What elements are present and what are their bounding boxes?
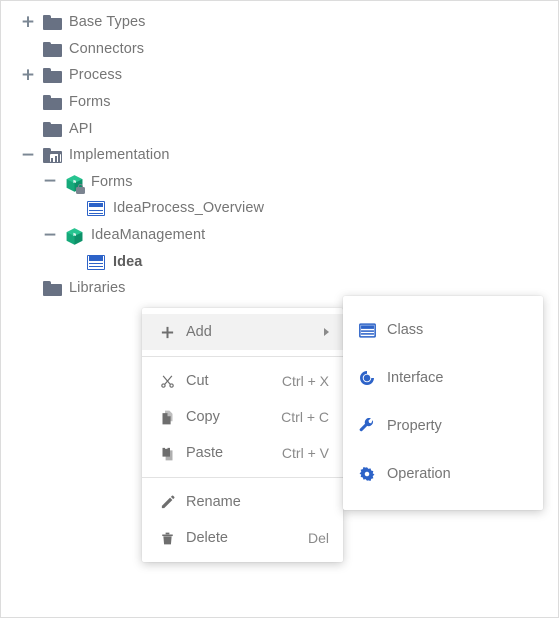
menu-item-label: Copy [186, 409, 220, 425]
menu-item-add[interactable]: Add [142, 314, 343, 350]
folder-icon [43, 12, 63, 32]
collapse-toggle-icon[interactable] [19, 146, 37, 164]
menu-group: Rename Delete Del [142, 478, 343, 562]
tree-item-process[interactable]: Process [1, 62, 341, 89]
tree-item-label: API [69, 120, 93, 137]
tree-item-label: Forms [69, 94, 111, 111]
pencil-icon [160, 495, 182, 510]
menu-group: Add [142, 308, 343, 356]
trash-icon [160, 531, 182, 546]
wrench-icon [359, 418, 385, 434]
menu-item-delete[interactable]: Delete Del [142, 520, 343, 556]
menu-item-paste[interactable]: Paste Ctrl + V [142, 435, 343, 471]
menu-item-copy[interactable]: Copy Ctrl + C [142, 399, 343, 435]
scissors-icon [160, 374, 182, 389]
submenu-item-class[interactable]: Class [343, 306, 543, 354]
menu-group: Cut Ctrl + X Copy Ctrl + C Paste Ctrl + V [142, 357, 343, 477]
tree-item-label: IdeaProcess_Overview [113, 200, 265, 217]
lock-icon [75, 183, 85, 194]
copy-icon [160, 410, 182, 425]
tree-item-connectors[interactable]: Connectors [1, 36, 341, 63]
menu-item-label: Paste [186, 445, 224, 461]
package-icon [65, 225, 85, 245]
tree-item-label: Forms [91, 173, 133, 190]
tree-item-base-types[interactable]: Base Types [1, 9, 341, 36]
tree-item-label: Libraries [69, 280, 126, 297]
folder-icon [43, 39, 63, 59]
tree-item-label: Base Types [69, 14, 146, 31]
menu-item-shortcut: Ctrl + V [281, 445, 329, 461]
menu-item-label: Delete [186, 530, 228, 546]
menu-item-cut[interactable]: Cut Ctrl + X [142, 363, 343, 399]
menu-item-label: Rename [186, 494, 241, 510]
tree-item-label: Idea [113, 253, 143, 270]
expand-toggle-icon[interactable] [19, 66, 37, 84]
paste-icon [160, 446, 182, 461]
folder-icon [43, 278, 63, 298]
folder-icon [43, 65, 63, 85]
submenu-item-operation[interactable]: Operation [343, 450, 543, 498]
project-tree[interactable]: Base Types Connectors Process Forms API Imple… [1, 9, 341, 302]
menu-item-shortcut: Ctrl + X [281, 373, 329, 389]
tree-item-forms[interactable]: Forms [1, 169, 341, 196]
submenu-item-property[interactable]: Property [343, 402, 543, 450]
tree-item-label: Implementation [69, 147, 170, 164]
context-menu[interactable]: Add Cut Ctrl + X Copy Ctrl + C Paste Ctrl + V R… [142, 308, 343, 562]
tree-item-libraries[interactable]: Libraries [1, 275, 341, 302]
collapse-toggle-icon[interactable] [41, 226, 59, 244]
menu-item-shortcut: Ctrl + C [281, 409, 329, 425]
folder-icon [43, 92, 63, 112]
tree-item-label: Connectors [69, 40, 145, 57]
tree-item-idea[interactable]: Idea [1, 248, 341, 275]
submenu-item-label: Operation [387, 466, 451, 482]
tree-item-api[interactable]: API [1, 115, 341, 142]
menu-item-rename[interactable]: Rename [142, 484, 343, 520]
tree-item-implementation[interactable]: Implementation [1, 142, 341, 169]
menu-item-label: Cut [186, 373, 209, 389]
chevron-right-icon [324, 328, 329, 336]
menu-item-label: Add [186, 324, 212, 340]
submenu-item-interface[interactable]: Interface [343, 354, 543, 402]
plus-icon [160, 325, 182, 340]
class-icon [359, 322, 385, 338]
folder-icon [43, 119, 63, 139]
tree-item-forms[interactable]: Forms [1, 89, 341, 116]
add-submenu[interactable]: Class Interface Property Operation [343, 296, 543, 510]
class-icon [87, 252, 107, 272]
class-icon [87, 198, 107, 218]
tree-item-ideamanagement[interactable]: IdeaManagement [1, 222, 341, 249]
submenu-item-label: Interface [387, 370, 444, 386]
submenu-item-label: Property [387, 418, 442, 434]
tree-item-label: Process [69, 67, 123, 84]
expand-toggle-icon[interactable] [19, 13, 37, 31]
interface-icon [359, 370, 385, 386]
gear-icon [359, 466, 385, 482]
tree-item-label: IdeaManagement [91, 227, 206, 244]
locked-package-icon [65, 172, 85, 194]
submenu-item-label: Class [387, 322, 424, 338]
implementation-folder-icon [43, 145, 63, 165]
collapse-toggle-icon[interactable] [41, 173, 59, 191]
tree-item-ideaprocess-overview[interactable]: IdeaProcess_Overview [1, 195, 341, 222]
project-explorer-panel: Base Types Connectors Process Forms API Imple… [0, 0, 559, 618]
menu-item-shortcut: Del [307, 530, 329, 546]
